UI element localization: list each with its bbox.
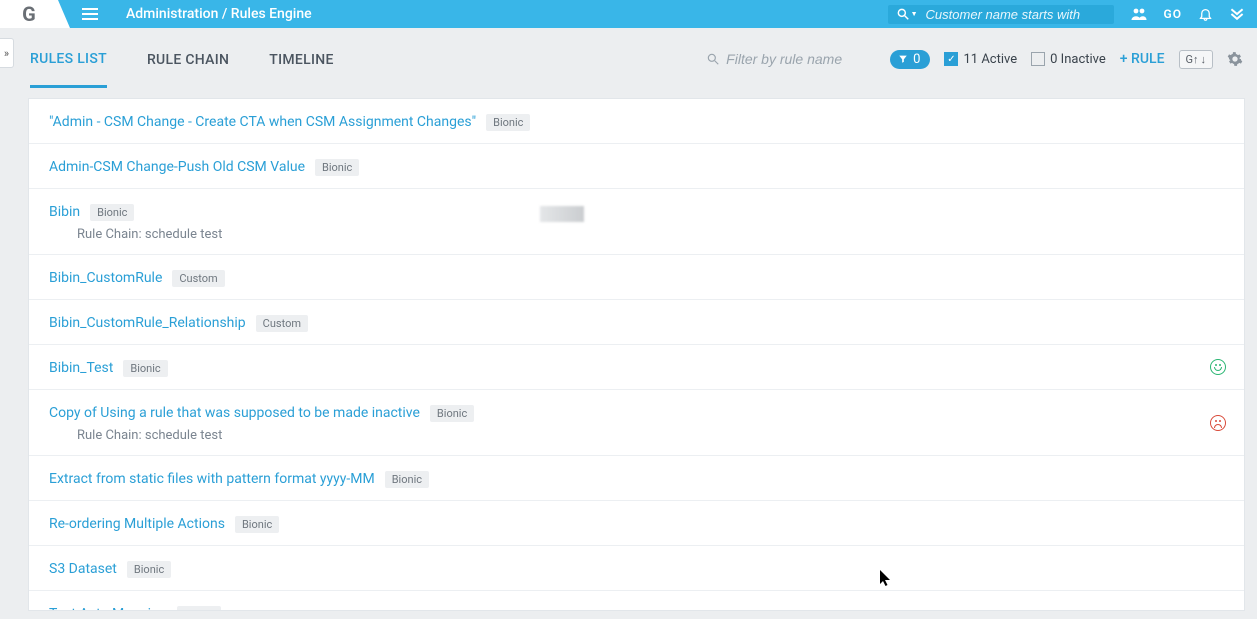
- search-icon[interactable]: ▼: [896, 7, 918, 21]
- global-search[interactable]: ▼: [888, 5, 1114, 24]
- redacted-area: [540, 206, 584, 222]
- logo-letter: G: [22, 2, 36, 26]
- active-toggle[interactable]: ✓ 11 Active: [944, 52, 1017, 67]
- rule-name-link[interactable]: S3 Dataset: [49, 561, 117, 577]
- rule-type-tag: Bionic: [177, 606, 221, 611]
- rule-row[interactable]: "Admin - CSM Change - Create CTA when CS…: [29, 99, 1244, 144]
- bell-icon[interactable]: [1198, 6, 1213, 22]
- active-checkbox[interactable]: ✓: [944, 52, 958, 66]
- rule-type-tag: Bionic: [127, 561, 171, 578]
- filter-input[interactable]: [726, 51, 876, 67]
- rule-type-tag: Bionic: [235, 516, 279, 533]
- happy-face-icon: [1210, 359, 1226, 375]
- rule-row[interactable]: Re-ordering Multiple Actions Bionic: [29, 501, 1244, 546]
- tabs-row: RULES LIST RULE CHAIN TIMELINE 0 ✓ 11 Ac…: [20, 28, 1257, 90]
- rule-chain-label: Rule Chain: schedule test: [77, 227, 1224, 242]
- gear-icon[interactable]: [1227, 51, 1243, 67]
- inactive-toggle[interactable]: 0 Inactive: [1031, 52, 1106, 67]
- rule-type-tag: Custom: [172, 270, 224, 287]
- app-logo[interactable]: G: [0, 0, 58, 28]
- rule-chain-label: Rule Chain: schedule test: [77, 428, 1224, 443]
- topbar: G Administration / Rules Engine ▼ GO: [0, 0, 1257, 28]
- menu-icon[interactable]: [82, 8, 98, 20]
- add-rule-button[interactable]: + RULE: [1120, 51, 1165, 67]
- sidebar-collapse-handle[interactable]: »: [0, 38, 14, 68]
- rule-row[interactable]: Extract from static files with pattern f…: [29, 456, 1244, 501]
- rule-type-tag: Bionic: [315, 159, 359, 176]
- rule-name-link[interactable]: Copy of Using a rule that was supposed t…: [49, 405, 420, 421]
- sort-arrow-icon: ↓: [1201, 53, 1207, 66]
- rule-row[interactable]: Admin-CSM Change-Push Old CSM Value Bioni…: [29, 144, 1244, 189]
- rule-type-tag: Bionic: [385, 471, 429, 488]
- rule-type-tag: Bionic: [430, 405, 474, 422]
- rule-name-link[interactable]: "Admin - CSM Change - Create CTA when CS…: [49, 114, 476, 130]
- filter-search-icon: [706, 52, 720, 66]
- rule-row[interactable]: S3 Dataset Bionic: [29, 546, 1244, 591]
- rule-type-tag: Custom: [256, 315, 308, 332]
- breadcrumb: Administration / Rules Engine: [126, 6, 312, 22]
- rule-name-link[interactable]: Bibin_CustomRule: [49, 270, 162, 286]
- tab-rules-list[interactable]: RULES LIST: [30, 31, 107, 88]
- rule-type-tag: Bionic: [90, 204, 134, 221]
- filter-pill[interactable]: 0: [890, 50, 930, 69]
- rule-name-link[interactable]: Extract from static files with pattern f…: [49, 471, 375, 487]
- rule-row[interactable]: Bibin_CustomRule_Relationship Custom: [29, 300, 1244, 345]
- inactive-checkbox[interactable]: [1031, 52, 1045, 66]
- active-label: 11 Active: [963, 52, 1017, 67]
- rules-list: "Admin - CSM Change - Create CTA when CS…: [28, 98, 1245, 611]
- sad-face-icon: [1210, 415, 1226, 431]
- go-button[interactable]: GO: [1164, 7, 1182, 21]
- list-toolbar: 0 ✓ 11 Active 0 Inactive + RULE G↑ ↓: [706, 28, 1243, 90]
- funnel-icon: [898, 54, 908, 64]
- filter-wrap: [706, 51, 876, 67]
- rule-name-link[interactable]: Admin-CSM Change-Push Old CSM Value: [49, 159, 305, 175]
- people-icon[interactable]: [1130, 6, 1148, 22]
- rule-row[interactable]: Bibin_Test Bionic: [29, 345, 1244, 390]
- rule-row[interactable]: Test Auto Mapping Bionic: [29, 591, 1244, 611]
- tab-timeline[interactable]: TIMELINE: [269, 32, 333, 86]
- filter-count: 0: [913, 52, 920, 67]
- rule-row[interactable]: Bibin Bionic Rule Chain: schedule test: [29, 189, 1244, 255]
- rule-name-link[interactable]: Bibin: [49, 204, 80, 220]
- sort-button[interactable]: G↑ ↓: [1179, 50, 1214, 69]
- rule-row[interactable]: Copy of Using a rule that was supposed t…: [29, 390, 1244, 456]
- inactive-label: 0 Inactive: [1050, 52, 1106, 67]
- expand-icon[interactable]: [1229, 7, 1245, 21]
- rule-row[interactable]: Bibin_CustomRule Custom: [29, 255, 1244, 300]
- rule-name-link[interactable]: Test Auto Mapping: [49, 606, 167, 611]
- global-search-input[interactable]: [926, 7, 1106, 22]
- topbar-right: ▼ GO: [888, 0, 1245, 28]
- tab-rule-chain[interactable]: RULE CHAIN: [147, 32, 229, 86]
- content-area: RULES LIST RULE CHAIN TIMELINE 0 ✓ 11 Ac…: [20, 28, 1257, 619]
- rule-name-link[interactable]: Bibin_Test: [49, 360, 113, 376]
- rule-name-link[interactable]: Bibin_CustomRule_Relationship: [49, 315, 246, 331]
- rule-name-link[interactable]: Re-ordering Multiple Actions: [49, 516, 225, 532]
- rule-type-tag: Bionic: [123, 360, 167, 377]
- rule-type-tag: Bionic: [486, 114, 530, 131]
